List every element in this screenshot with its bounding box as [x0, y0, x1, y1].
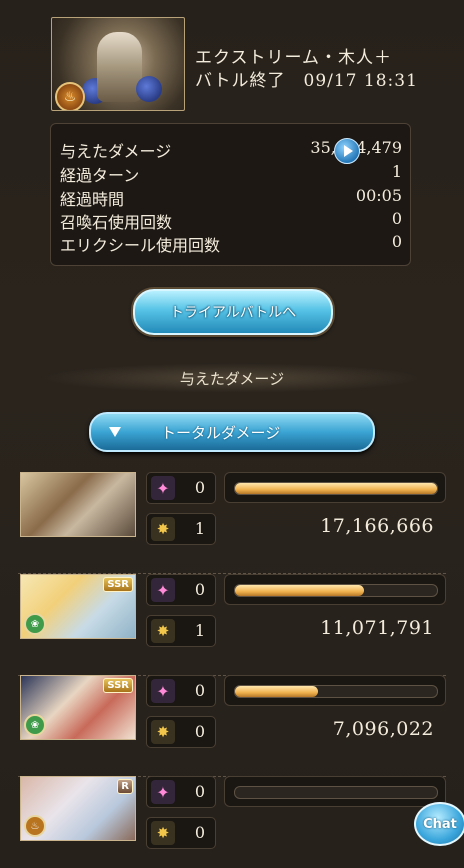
stat-row-turns: 経過ターン 1: [60, 162, 402, 185]
damage-bar-fill: [235, 483, 437, 494]
stat-label: 経過ターン: [60, 166, 140, 185]
total-damage-dropdown[interactable]: トータルダメージ: [89, 412, 375, 452]
damage-value: 17,166,666: [320, 515, 434, 537]
damage-bar: [224, 776, 446, 807]
skill-count-pill: ✦ 0: [146, 776, 216, 808]
damage-section-header: 与えたダメージ: [40, 363, 424, 393]
character-portrait[interactable]: SSR ❀: [20, 675, 136, 740]
fire-element-icon: ♨: [55, 82, 85, 110]
stat-value: 1: [391, 162, 402, 181]
damage-value: 11,071,791: [320, 617, 434, 639]
battle-stats-panel: 与えたダメージ 35,334,479 経過ターン 1 経過時間 00:05 召喚…: [50, 123, 411, 266]
damage-bar: [224, 675, 446, 706]
rarity-badge: SSR: [103, 678, 133, 693]
ougi-icon: ✸: [151, 720, 175, 744]
ougi-icon: ✸: [151, 517, 175, 541]
ougi-count-pill: ✸ 0: [146, 817, 216, 849]
quest-title: エクストリーム・木人＋: [195, 48, 392, 68]
wind-element-icon: ❀: [24, 613, 46, 635]
damage-bar-track: [234, 786, 438, 799]
damage-bar-track: [234, 685, 438, 698]
ougi-icon: ✸: [151, 821, 175, 845]
chat-button[interactable]: Chat: [414, 802, 464, 846]
stat-label: 与えたダメージ: [60, 142, 172, 161]
ougi-count-pill: ✸ 0: [146, 716, 216, 748]
ougi-count-pill: ✸ 1: [146, 615, 216, 647]
sparkle-icon: ✦: [151, 476, 175, 500]
ougi-count-pill: ✸ 1: [146, 513, 216, 545]
skill-count-pill: ✦ 0: [146, 574, 216, 606]
skill-count: 0: [194, 782, 205, 801]
stat-row-summons: 召喚石使用回数 0: [60, 209, 402, 232]
rarity-badge: SSR: [103, 577, 133, 592]
ougi-count: 0: [194, 823, 205, 842]
character-portrait[interactable]: SSR ❀: [20, 574, 136, 639]
damage-bar-track: [234, 482, 438, 495]
fire-element-icon: ♨: [24, 815, 46, 837]
skill-count: 0: [194, 478, 205, 497]
stat-value: 0: [391, 232, 402, 251]
skill-count-pill: ✦ 0: [146, 675, 216, 707]
damage-value: 7,096,022: [332, 718, 434, 740]
character-portrait[interactable]: [20, 472, 136, 537]
sparkle-icon: ✦: [151, 679, 175, 703]
skill-count: 0: [194, 580, 205, 599]
stat-label: 召喚石使用回数: [60, 213, 173, 232]
stat-label: エリクシール使用回数: [60, 236, 221, 255]
ougi-count: 0: [194, 722, 205, 741]
damage-bar: [224, 472, 446, 503]
character-row: SSR ❀ ✦ 0 ✸ 0 7,096,022: [18, 675, 446, 777]
character-row: ✦ 0 ✸ 1 17,166,666: [18, 472, 446, 574]
ougi-count: 1: [194, 519, 205, 538]
stat-row-elixirs: エリクシール使用回数 0: [60, 232, 402, 255]
sparkle-icon: ✦: [151, 780, 175, 804]
ougi-icon: ✸: [151, 619, 175, 643]
trial-battle-button[interactable]: トライアルバトルへ: [133, 289, 333, 335]
stat-value: 0: [391, 209, 402, 228]
stat-row-time: 経過時間 00:05: [60, 186, 402, 209]
damage-bar: [224, 574, 446, 605]
skill-count-pill: ✦ 0: [146, 472, 216, 504]
character-portrait[interactable]: R ♨: [20, 776, 136, 841]
stat-value: 00:05: [355, 186, 402, 205]
dropdown-label: トータルダメージ: [161, 424, 281, 442]
damage-bar-fill: [235, 686, 318, 697]
ougi-count: 1: [194, 621, 205, 640]
sparkle-icon: ✦: [151, 578, 175, 602]
wind-element-icon: ❀: [24, 714, 46, 736]
battle-end-time: バトル終了 09/17 18:31: [195, 71, 418, 91]
stat-label: 経過時間: [60, 190, 125, 209]
damage-bar-fill: [235, 585, 365, 596]
boss-ornament-right: [136, 76, 162, 102]
play-icon[interactable]: [334, 138, 360, 164]
boss-portrait: ♨: [51, 17, 185, 111]
character-row: R ♨ ✦ 0 ✸ 0: [18, 776, 446, 868]
skill-count: 0: [194, 681, 205, 700]
rarity-badge: R: [117, 779, 133, 794]
character-row: SSR ❀ ✦ 0 ✸ 1 11,071,791: [18, 574, 446, 676]
damage-bar-track: [234, 584, 438, 597]
chevron-down-icon: [109, 427, 121, 437]
